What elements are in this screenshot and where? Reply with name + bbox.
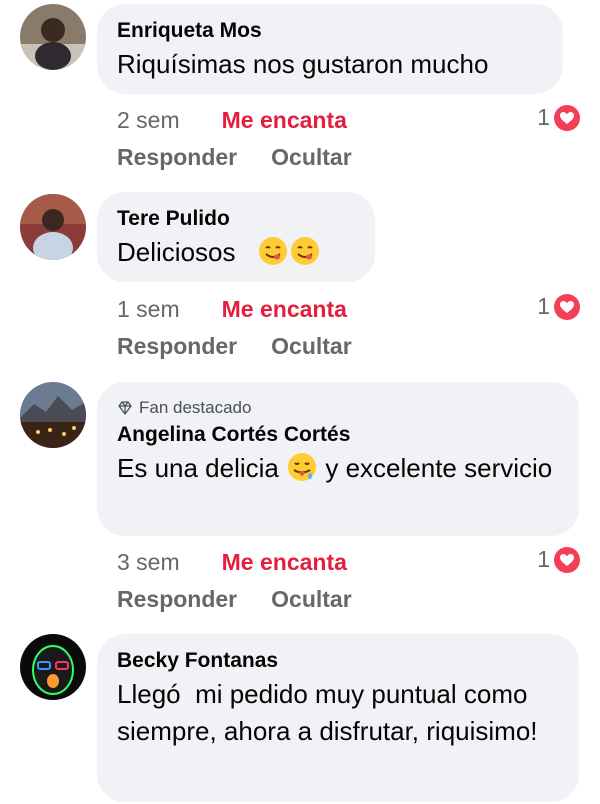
comment-bubble: Enriqueta Mos Riquísimas nos gustaron mu… [97,4,563,94]
badge-label: Fan destacado [139,398,252,417]
comment-bubble: Tere Pulido Deliciosos [97,192,375,282]
comment-text: Es una delicia y excelente servicio [117,450,559,487]
comment-actions: Responder Ocultar [117,144,352,171]
yummy-face-emoji-icon [258,237,287,265]
drooling-face-emoji-icon [288,453,317,481]
comment-time[interactable]: 2 sem [117,107,180,133]
reaction-button[interactable]: Me encanta [222,107,347,133]
avatar[interactable] [20,634,86,700]
comment-text: Deliciosos [117,237,236,267]
comment-text: Llegó mi pedido muy puntual como siempre… [117,679,538,746]
reply-button[interactable]: Responder [117,586,237,612]
reaction-summary[interactable]: 1 [537,546,580,573]
heart-icon [554,104,580,131]
comment-text: Riquísimas nos gustaron mucho [117,49,489,79]
comment-actions: Responder Ocultar [117,586,352,613]
reaction-summary[interactable]: 1 [537,293,580,320]
reaction-button[interactable]: Me encanta [222,296,347,322]
comment-author[interactable]: Becky Fontanas [117,648,559,674]
comment-author[interactable]: Tere Pulido [117,206,355,232]
comment-actions: Responder Ocultar [117,333,352,360]
comment-author[interactable]: Enriqueta Mos [117,18,543,44]
comment-text-part: y excelente servicio [325,453,553,483]
hide-button[interactable]: Ocultar [271,333,352,359]
hide-button[interactable]: Ocultar [271,144,352,170]
top-fan-badge: Fan destacado [117,398,559,418]
hide-button[interactable]: Ocultar [271,586,352,612]
comment-time[interactable]: 3 sem [117,549,180,575]
reaction-summary[interactable]: 1 [537,104,580,131]
comment-meta: 1 sem Me encanta [117,296,347,323]
comment-text-line: Deliciosos [117,234,355,271]
reply-button[interactable]: Responder [117,144,237,170]
reaction-button[interactable]: Me encanta [222,549,347,575]
avatar[interactable] [20,4,86,70]
comment-meta: 3 sem Me encanta [117,549,347,576]
comment-author[interactable]: Angelina Cortés Cortés [117,422,559,448]
comment-time[interactable]: 1 sem [117,296,180,322]
comment-meta: 2 sem Me encanta [117,107,347,134]
comment-bubble: Becky Fontanas Llegó mi pedido muy puntu… [97,634,579,802]
avatar[interactable] [20,194,86,260]
diamond-icon [118,401,132,415]
heart-icon [554,293,580,320]
comment-bubble: Fan destacado Angelina Cortés Cortés Es … [97,382,579,536]
reaction-count: 1 [537,546,550,572]
heart-icon [554,546,580,573]
avatar[interactable] [20,382,86,448]
comment-text-part: Es una delicia [117,453,279,483]
yummy-face-emoji-icon [290,237,319,265]
reaction-count: 1 [537,104,550,130]
reaction-count: 1 [537,293,550,319]
reply-button[interactable]: Responder [117,333,237,359]
